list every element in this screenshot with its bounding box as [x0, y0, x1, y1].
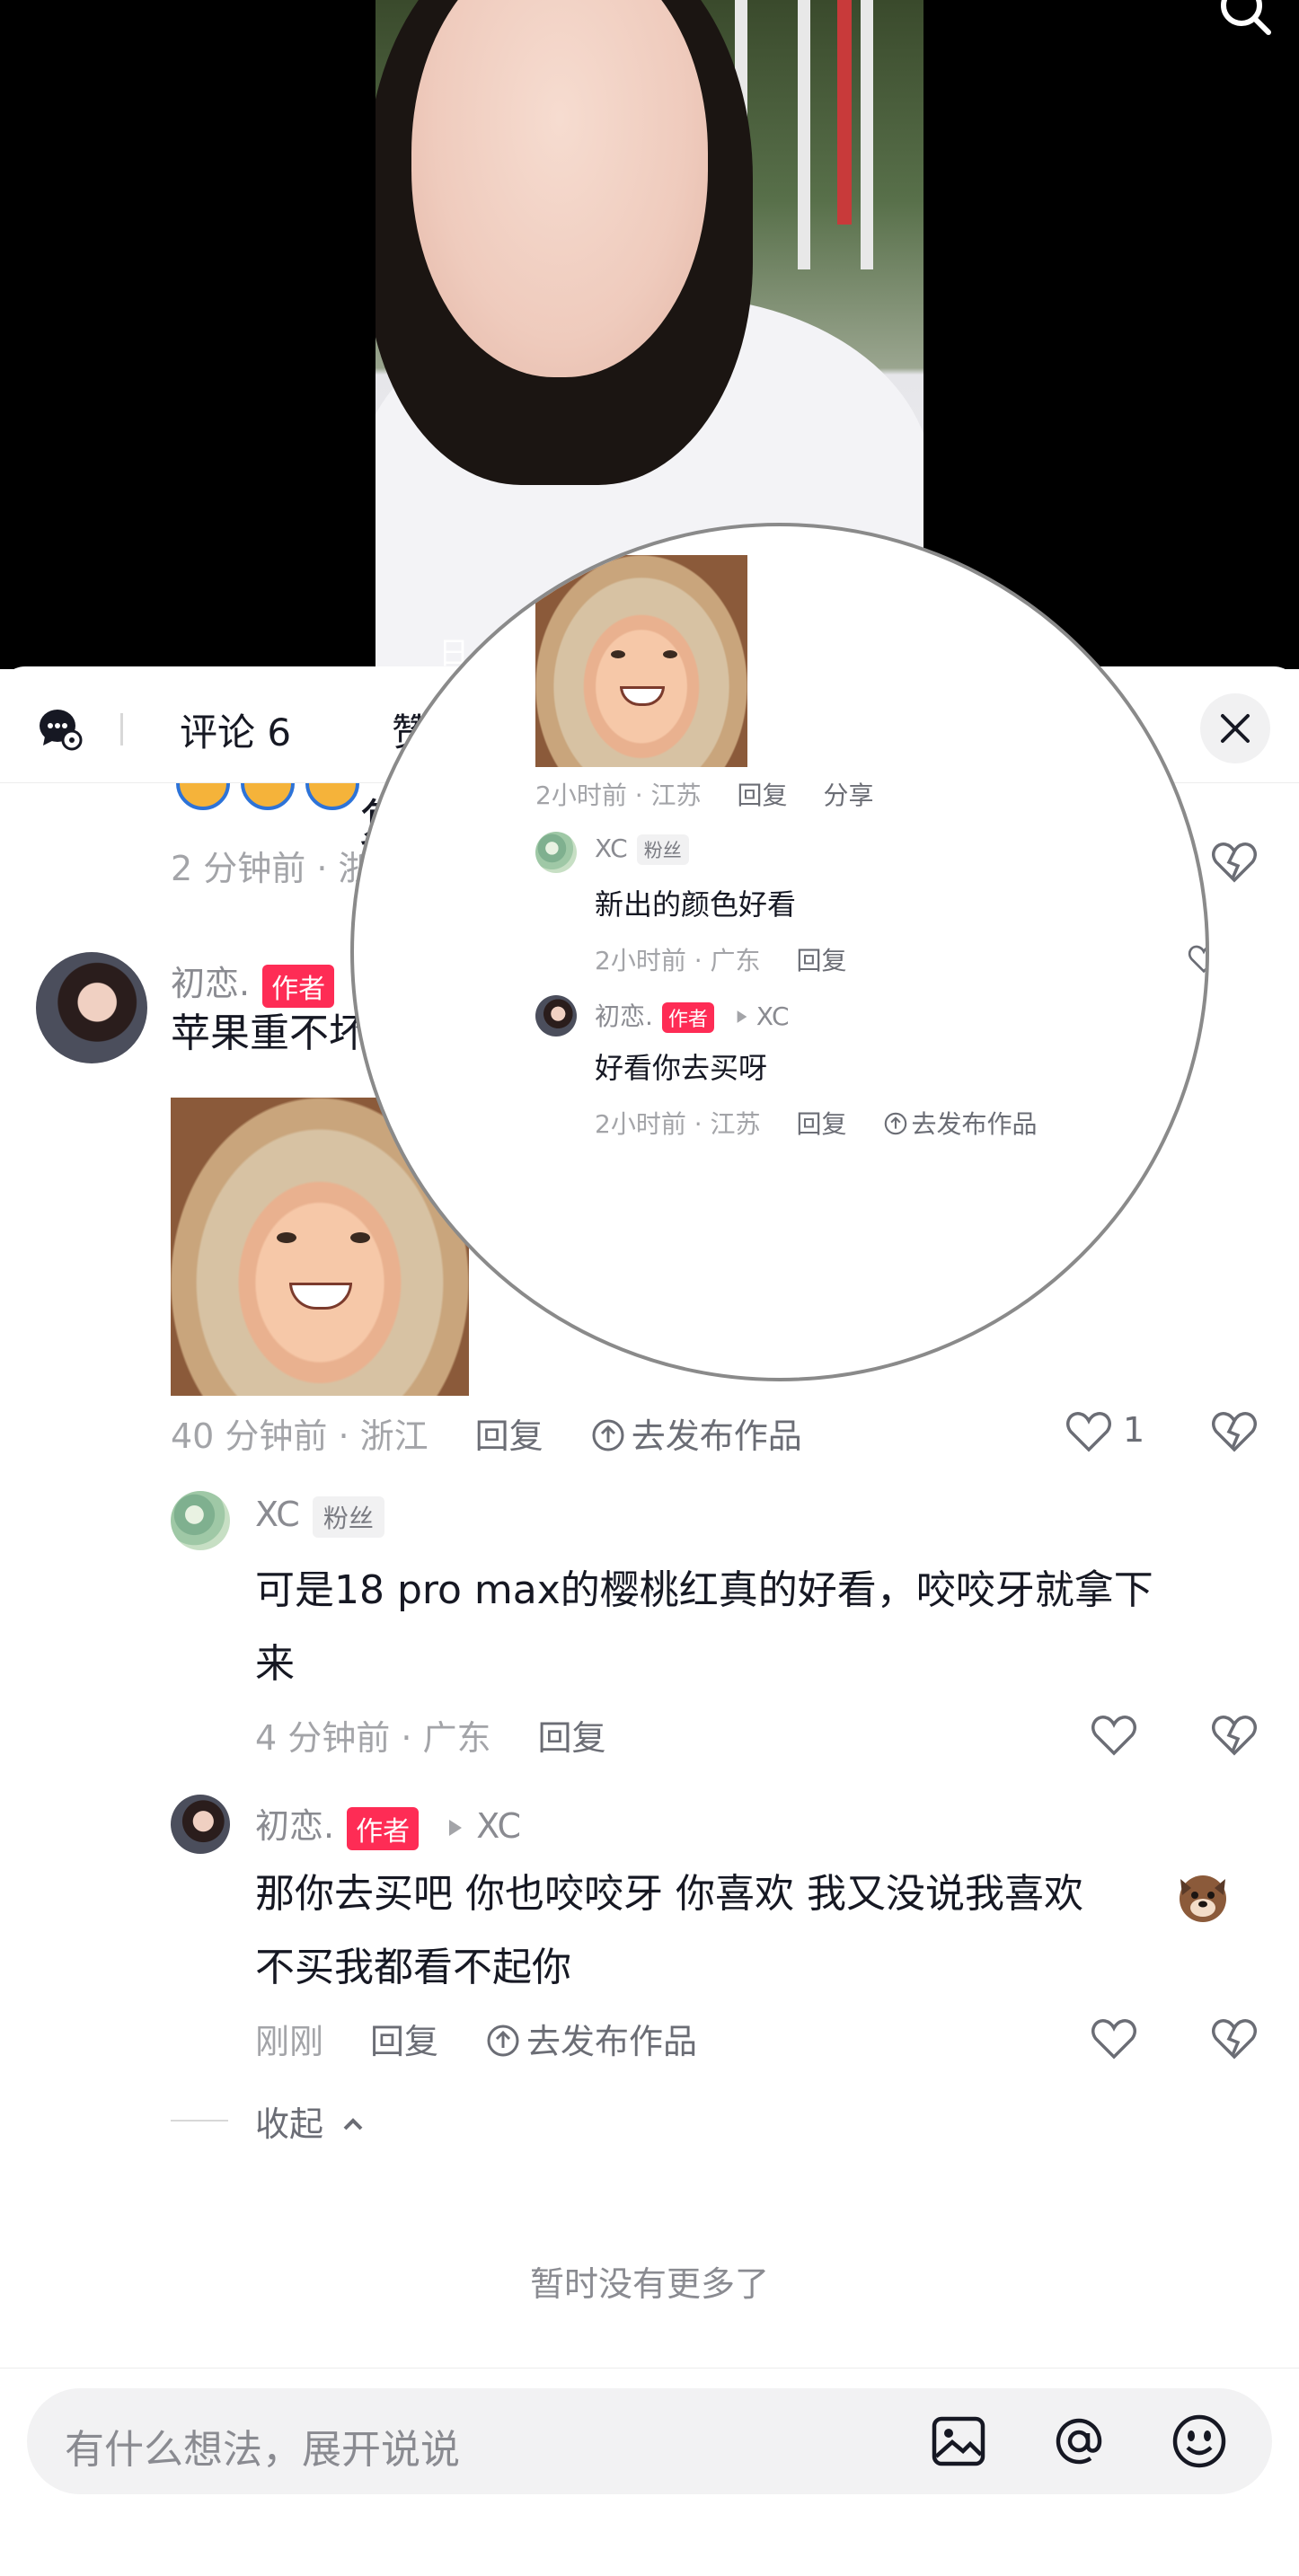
dislike-icon[interactable]: [1211, 1712, 1258, 1759]
magnified-reply-label: 回复: [737, 781, 788, 810]
avatar[interactable]: [171, 1795, 230, 1854]
reply-meta: 刚刚 回复 去发布作品: [255, 2014, 791, 2063]
magnified-fan-badge: 粉丝: [636, 834, 689, 865]
magnified-meta: 2小时前 · 江苏 回复 去发布作品: [595, 1105, 1109, 1141]
publish-icon: [884, 1112, 906, 1135]
comment-input[interactable]: 有什么想法，展开说说: [27, 2388, 1272, 2494]
magnified-avatar: [535, 832, 577, 873]
close-button[interactable]: [1200, 693, 1270, 763]
dislike-icon[interactable]: [1211, 839, 1258, 886]
reply-time: 4 分钟前 · 广东: [255, 1718, 491, 1758]
reply-username[interactable]: XC 粉丝: [255, 1495, 384, 1538]
comment-input-placeholder: 有什么想法，展开说说: [65, 2427, 460, 2473]
tab-comments[interactable]: 评论 6: [180, 702, 291, 757]
chevron-up-icon: [343, 2118, 363, 2130]
publish-button[interactable]: 去发布作品: [590, 1416, 849, 1456]
comment-settings-icon[interactable]: [38, 706, 83, 751]
magnified-reply-label: 回复: [796, 1109, 847, 1139]
comment-text: 苹果重不坏: [171, 1010, 368, 1056]
magnified-meta: 2小时前 · 广东 回复: [595, 941, 883, 977]
magnified-meta: 2小时前 · 江苏 回复 分享: [535, 776, 910, 812]
magnifier-overlay: 2小时前 · 江苏 回复 分享 XC 粉丝 新出的颜色好看 2小时前 · 广东 回复 初…: [350, 523, 1209, 1381]
comment-meta: 40 分钟前 · 浙江 回复 去发布作品: [171, 1408, 896, 1458]
background-sign: [837, 0, 852, 225]
search-icon[interactable]: [1216, 0, 1274, 38]
reply-button[interactable]: 回复: [370, 2022, 438, 2061]
heart-icon[interactable]: [1065, 1408, 1112, 1453]
reply-arrow-icon: [737, 1010, 747, 1023]
at-icon[interactable]: [1049, 2412, 1109, 2471]
author-badge: 作者: [347, 1806, 420, 1850]
image-icon[interactable]: [929, 2412, 988, 2471]
reply-button[interactable]: 回复: [475, 1416, 543, 1456]
magnified-time: 2小时前 · 广东: [595, 946, 761, 975]
fan-badge: 粉丝: [312, 1495, 384, 1538]
comment-time: 40 分钟前 · 浙江: [171, 1416, 429, 1456]
magnified-avatar: [535, 995, 577, 1037]
dislike-icon[interactable]: [1211, 2016, 1258, 2062]
collapse-divider: [171, 2120, 228, 2122]
dog-emoji-icon: [1180, 1875, 1226, 1922]
magnified-reply-text: 好看你去买呀: [595, 1051, 768, 1085]
magnified-publish-label: 去发布作品: [911, 1109, 1038, 1139]
emoji-row: [167, 783, 374, 828]
collapse-label: 收起: [255, 2104, 324, 2144]
reply-text-continued: 不买我都看不起你: [255, 1945, 571, 1990]
emoji-icon[interactable]: [1170, 2412, 1229, 2471]
header-divider: [120, 713, 123, 745]
reply-meta: 4 分钟前 · 广东 回复: [255, 1710, 653, 1760]
reply-text: 可是18 pro max的樱桃红真的好看，咬咬牙就拿下: [255, 1567, 1153, 1613]
reply-text: 那你去买吧 你也咬咬牙 你喜欢 我又没说我喜欢: [255, 1871, 1083, 1917]
reply-text-continued: 来: [255, 1641, 295, 1687]
magnified-heart-icon: [1188, 945, 1206, 974]
magnified-time: 2小时前 · 江苏: [595, 1109, 761, 1139]
magnified-sticker-image: [535, 555, 747, 767]
close-icon: [1221, 714, 1250, 743]
magnified-reply-text: 新出的颜色好看: [595, 887, 797, 922]
magnified-author-badge: 作者: [661, 1002, 714, 1033]
no-more-notice: 暂时没有更多了: [529, 2264, 769, 2304]
avatar[interactable]: [36, 952, 147, 1063]
collapse-button[interactable]: 收起: [255, 2096, 367, 2146]
reply-arrow-icon: [449, 1820, 463, 1836]
magnified-username: XC 粉丝: [595, 834, 689, 865]
background-fence: [735, 0, 906, 269]
dislike-icon[interactable]: [1211, 1408, 1258, 1455]
reply-button[interactable]: 回复: [538, 1718, 606, 1758]
reply-time: 刚刚: [255, 2022, 324, 2061]
publish-icon: [487, 2025, 519, 2057]
magnified-share-label: 分享: [823, 781, 874, 810]
reply-to-user[interactable]: XC: [476, 1806, 521, 1846]
publish-label: 去发布作品: [526, 2022, 698, 2061]
comment-input-bar: 有什么想法，展开说说: [0, 2368, 1299, 2576]
magnified-username: 初恋. 作者 XC: [595, 1001, 790, 1033]
reply-username[interactable]: 初恋. 作者 XC: [255, 1798, 521, 1850]
avatar[interactable]: [171, 1491, 230, 1550]
like-count: 1: [1123, 1410, 1145, 1450]
heart-icon[interactable]: [1091, 2016, 1137, 2060]
publish-icon: [592, 1419, 624, 1451]
magnified-time: 2小时前 · 江苏: [535, 781, 702, 810]
publish-label: 去发布作品: [631, 1416, 802, 1456]
heart-icon[interactable]: [1091, 1712, 1137, 1757]
publish-button[interactable]: 去发布作品: [485, 2022, 744, 2061]
magnified-reply-label: 回复: [796, 946, 847, 975]
partial-comment-meta: 2 分钟前 · 浙: [171, 849, 373, 888]
